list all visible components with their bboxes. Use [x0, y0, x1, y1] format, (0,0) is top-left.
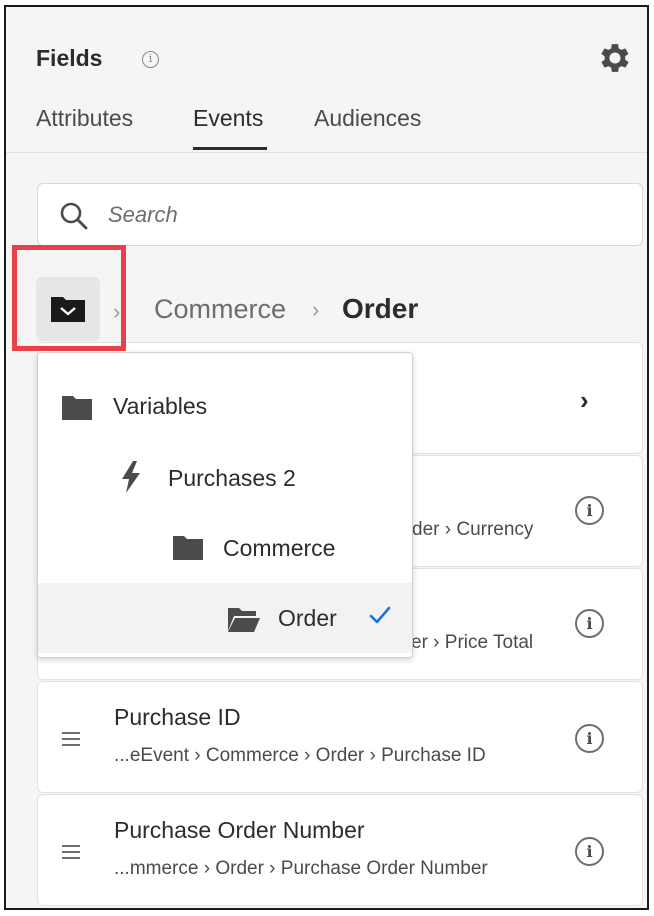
- drag-handle-icon[interactable]: [62, 845, 80, 859]
- list-item[interactable]: Purchase ID ...eEvent › Commerce › Order…: [37, 681, 643, 793]
- active-tab-indicator: [193, 147, 267, 150]
- menu-item-label: Purchases 2: [168, 465, 296, 491]
- folder-icon: [62, 396, 92, 420]
- breadcrumb-item-commerce[interactable]: Commerce: [154, 294, 286, 325]
- search-icon: [60, 202, 88, 230]
- menu-item-purchases[interactable]: Purchases 2: [38, 443, 412, 513]
- breadcrumb-item-current: Order: [342, 293, 419, 324]
- tab-audiences[interactable]: Audiences: [314, 105, 421, 132]
- field-path: ...mmerce › Order › Purchase Order Numbe…: [114, 858, 488, 879]
- menu-item-label: Order: [278, 605, 337, 631]
- gear-icon[interactable]: [596, 39, 634, 77]
- menu-item-commerce[interactable]: Commerce: [38, 513, 412, 583]
- menu-item-label: Commerce: [223, 535, 336, 561]
- menu-item-label: Variables: [113, 393, 208, 419]
- checkmark-icon: [369, 606, 391, 624]
- tab-bar: Attributes Events Audiences: [6, 97, 647, 153]
- field-path: er › Price Total: [411, 632, 534, 653]
- info-icon[interactable]: i: [142, 51, 159, 68]
- menu-item-order[interactable]: Order: [38, 583, 412, 653]
- folder-dropdown-menu: Variables Purchases 2 Commerce Order: [37, 352, 413, 658]
- info-icon[interactable]: i: [575, 609, 604, 638]
- chevron-right-icon[interactable]: ›: [580, 385, 589, 416]
- fields-panel: Fields i Attributes Events Audiences › C…: [4, 5, 649, 910]
- folder-icon: [173, 536, 203, 560]
- menu-item-variables[interactable]: Variables: [38, 373, 412, 443]
- list-item[interactable]: Purchase Order Number ...mmerce › Order …: [37, 794, 643, 906]
- drag-handle-icon[interactable]: [62, 732, 80, 746]
- info-icon[interactable]: i: [575, 837, 604, 866]
- field-path: der › Currency: [412, 519, 534, 540]
- lightning-icon: [122, 461, 140, 493]
- tab-events[interactable]: Events: [193, 105, 263, 132]
- info-icon[interactable]: i: [575, 724, 604, 753]
- info-icon[interactable]: i: [575, 496, 604, 525]
- search-box[interactable]: [37, 183, 643, 246]
- highlight-annotation: [12, 245, 126, 351]
- folder-open-icon: [228, 608, 260, 632]
- panel-title: Fields: [36, 45, 103, 71]
- field-path: ...eEvent › Commerce › Order › Purchase …: [114, 745, 486, 766]
- breadcrumb-separator: ›: [312, 297, 320, 322]
- field-title: Purchase Order Number: [114, 817, 365, 843]
- tab-attributes[interactable]: Attributes: [36, 105, 133, 132]
- field-title: Purchase ID: [114, 704, 241, 730]
- search-input[interactable]: [108, 198, 608, 232]
